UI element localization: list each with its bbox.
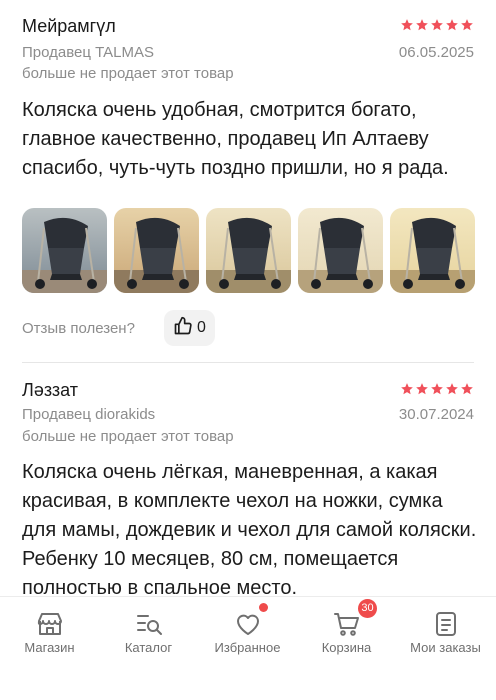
catalog-icon [134, 609, 164, 639]
star-icon [445, 382, 459, 396]
review-text: Коляска очень лёгкая, маневренная, а как… [22, 461, 477, 599]
review-photo[interactable] [114, 208, 199, 293]
helpful-label: Отзыв полезен? [22, 319, 135, 337]
notification-dot [259, 603, 268, 612]
rating-stars [400, 382, 474, 396]
tab-shop[interactable]: Магазин [0, 597, 99, 700]
seller-status: больше не продает этот товар [22, 65, 234, 82]
cart-icon [332, 609, 362, 639]
review-seller[interactable]: Продавец TALMAS [22, 44, 154, 61]
review-photo[interactable] [390, 208, 475, 293]
tab-cart[interactable]: 30 Корзина [297, 597, 396, 700]
tab-favorites[interactable]: Избранное [198, 597, 297, 700]
cart-count-badge: 30 [358, 599, 377, 618]
helpful-row: Отзыв полезен? [22, 310, 135, 346]
review-photo[interactable] [206, 208, 291, 293]
review-date: 06.05.2025 [398, 44, 474, 61]
star-icon [430, 382, 444, 396]
review-photo[interactable] [22, 208, 107, 293]
like-button[interactable]: 0 [164, 310, 215, 346]
star-icon [460, 18, 474, 32]
star-icon [445, 18, 459, 32]
rating-stars [400, 18, 474, 32]
thumbs-up-icon [173, 316, 193, 341]
review-author: Мейрамгүл [22, 16, 116, 36]
review-photo[interactable] [298, 208, 383, 293]
tab-label: Корзина [321, 640, 372, 655]
review-photos [22, 208, 475, 293]
star-icon [460, 382, 474, 396]
divider [22, 362, 474, 363]
review-seller[interactable]: Продавец diorakids [22, 406, 155, 423]
shop-icon [35, 609, 65, 639]
star-icon [400, 382, 414, 396]
seller-status: больше не продает этот товар [22, 428, 234, 445]
tab-label: Мои заказы [410, 640, 481, 655]
star-icon [415, 18, 429, 32]
star-icon [430, 18, 444, 32]
tab-orders[interactable]: Мои заказы [396, 597, 495, 700]
star-icon [415, 382, 429, 396]
review-author: Ләззат [22, 380, 78, 400]
like-count: 0 [197, 319, 206, 336]
review-text: Коляска очень удобная, смотрится богато,… [22, 99, 449, 179]
review-header: Мейрамгүл [22, 16, 474, 42]
review-date: 30.07.2024 [398, 406, 474, 423]
bottom-tab-bar: Магазин Каталог Избранное 30 Корзина Мои… [0, 596, 496, 700]
star-icon [400, 18, 414, 32]
heart-icon [233, 609, 263, 639]
tab-label: Избранное [214, 640, 281, 655]
tab-label: Каталог [124, 640, 173, 655]
tab-label: Магазин [24, 640, 75, 655]
review-header: Ләззат [22, 380, 474, 406]
tab-catalog[interactable]: Каталог [99, 597, 198, 700]
orders-icon [431, 609, 461, 639]
